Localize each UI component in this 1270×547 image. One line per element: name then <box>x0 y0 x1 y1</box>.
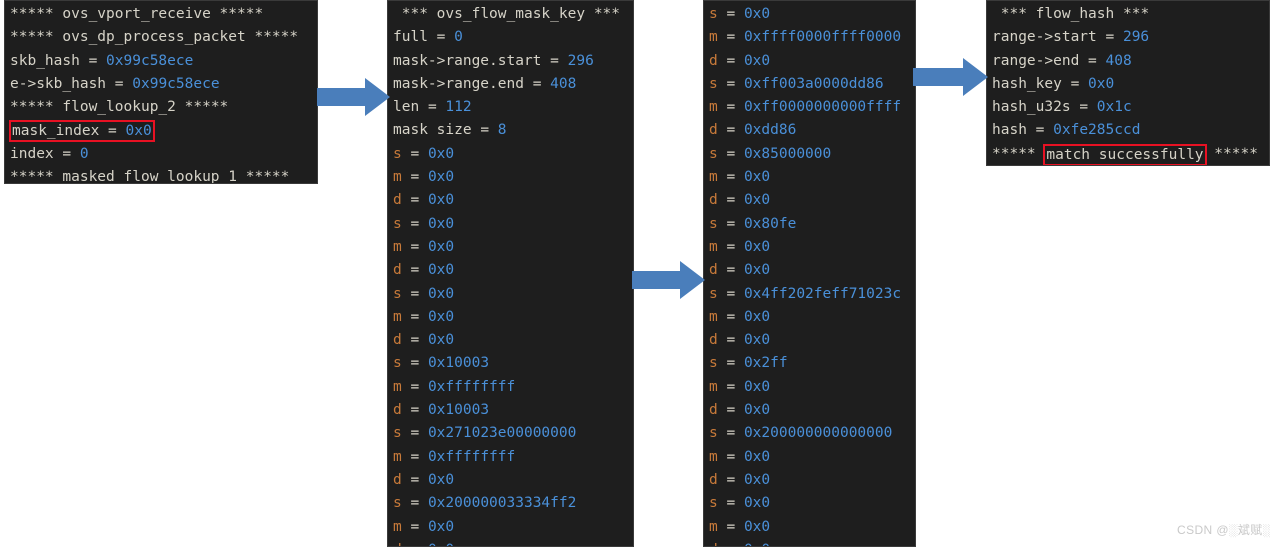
ovs-vport-receive-panel: ***** ovs_vport_receive ***** ***** ovs_d… <box>4 0 318 184</box>
log-line: m = 0x0 <box>393 238 455 255</box>
log-line: d = 0x0 <box>709 192 771 209</box>
log-line: range->end = 408 <box>992 52 1132 69</box>
log-line: d = 0x0 <box>709 471 771 488</box>
log-line: m = 0x0 <box>393 308 455 325</box>
log-line: mask size = 8 <box>393 122 507 139</box>
log-line: m = 0x0 <box>709 169 771 186</box>
log-line: m = 0x0 <box>393 518 455 535</box>
log-line: index = 0 <box>10 145 89 162</box>
log-line: s = 0x80fe <box>709 215 797 232</box>
log-line: mask->range.end = 408 <box>393 75 577 92</box>
arrow-panel3-to-panel4 <box>913 56 989 98</box>
log-line: s = 0x271023e00000000 <box>393 425 577 442</box>
log-line: d = 0x0 <box>709 52 771 69</box>
log-line: range->start = 296 <box>992 29 1150 46</box>
log-line: e->skb_hash = 0x99c58ece <box>10 75 220 92</box>
ovs-flow-mask-key-panel: *** ovs_flow_mask_key *** full = 0 mask->r… <box>387 0 634 547</box>
log-line: d = 0x0 <box>709 332 771 349</box>
log-line: s = 0x200000000000000 <box>709 425 893 442</box>
log-line: s = 0xff003a0000dd86 <box>709 75 884 92</box>
highlight-box: match successfully <box>1043 143 1207 165</box>
log-line: s = 0x85000000 <box>709 145 832 162</box>
mask-key-continuation-panel: s = 0x0 m = 0xffff0000ffff0000 d = 0x0 s = … <box>703 0 916 547</box>
log-line: m = 0x0 <box>709 308 771 325</box>
log-line: s = 0x0 <box>393 215 455 232</box>
log-line: d = 0x0 <box>709 402 771 419</box>
csdn-watermark: CSDN @░斌赋░ <box>1177 523 1270 537</box>
log-line: s = 0x0 <box>393 285 455 302</box>
log-line: full = 0 <box>393 29 463 46</box>
log-line: m = 0x0 <box>709 518 771 535</box>
log-line: s = 0x2ff <box>709 355 788 372</box>
log-line: d = 0x0 <box>393 471 455 488</box>
log-line: m = 0x0 <box>393 169 455 186</box>
log-line: s = 0x0 <box>709 495 771 512</box>
log-line: s = 0x0 <box>709 6 771 22</box>
flow-hash-panel: *** flow_hash *** range->start = 296 range… <box>986 0 1270 166</box>
log-line: d = 0x0 <box>704 539 915 546</box>
log-line: ***** ovs_dp_process_packet ***** <box>10 29 299 46</box>
log-line: d = 0x0 <box>393 332 455 349</box>
log-line: s = 0x10003 <box>393 355 490 372</box>
log-line: ***** match successfully ***** <box>987 143 1269 165</box>
log-line: m = 0xffff0000ffff0000 <box>709 29 902 46</box>
log-line: m = 0x0 <box>709 378 771 395</box>
log-line: d = 0x0 <box>393 262 455 279</box>
log-line: hash_key = 0x0 <box>992 75 1115 92</box>
log-line: *** flow_hash *** <box>1000 6 1150 22</box>
log-line: d = 0x0 <box>393 192 455 209</box>
log-line: *** ovs_flow_mask_key *** <box>401 6 621 22</box>
log-line: ***** ovs_vport_receive ***** <box>10 6 264 22</box>
log-line: mask_index = 0x0 <box>5 119 317 143</box>
log-line: skb_hash = 0x99c58ece <box>10 52 194 69</box>
log-line: d = 0x10003 <box>393 402 490 419</box>
log-line: ***** flow_lookup_2 ***** <box>10 99 229 116</box>
log-line: m = 0xff0000000000ffff <box>709 99 902 116</box>
log-line: m = 0xffffffff <box>393 448 516 465</box>
log-line: d = 0x0 <box>388 539 633 546</box>
log-line: m = 0x0 <box>709 238 771 255</box>
log-line: d = 0x0 <box>709 262 771 279</box>
log-line: s = 0x200000033334ff2 <box>393 495 577 512</box>
log-line: hash_u32s = 0x1c <box>992 99 1132 116</box>
log-line: ***** masked_flow_lookup_1 ***** <box>10 169 290 184</box>
log-line: d = 0xdd86 <box>709 122 797 139</box>
log-line: len = 112 <box>393 99 472 116</box>
log-line: m = 0xffffffff <box>393 378 516 395</box>
log-line: s = 0x4ff202feff71023c <box>709 285 902 302</box>
log-line: hash = 0xfe285ccd <box>992 122 1141 139</box>
arrow-panel2-to-panel3 <box>632 259 706 301</box>
log-line: m = 0x0 <box>709 448 771 465</box>
log-line: s = 0x0 <box>393 145 455 162</box>
highlight-box: mask_index = 0x0 <box>9 120 155 143</box>
arrow-panel1-to-panel2 <box>317 76 391 118</box>
log-line: mask->range.start = 296 <box>393 52 594 69</box>
